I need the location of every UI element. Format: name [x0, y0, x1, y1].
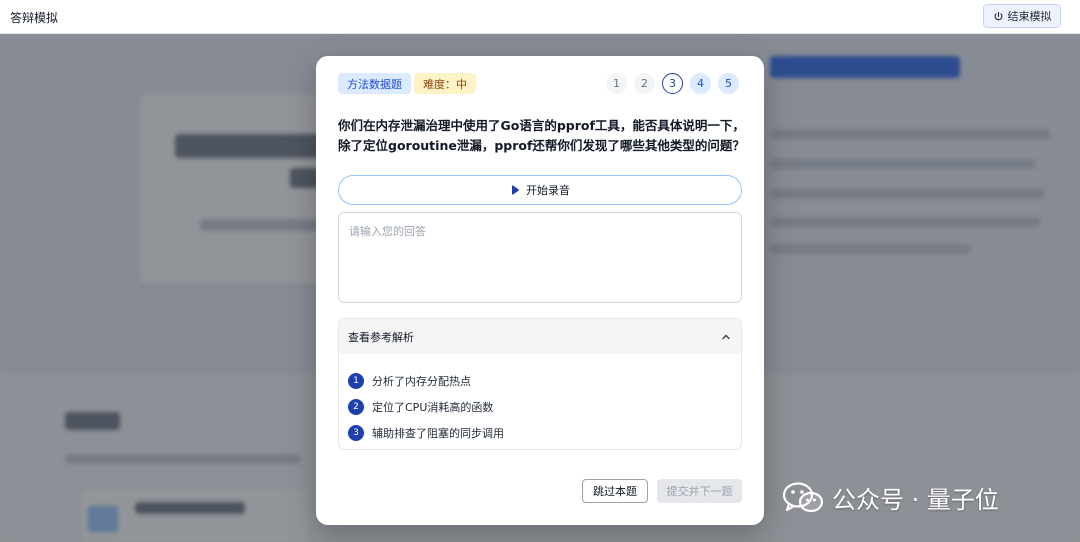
step-indicator: 1 2 3 4 5: [606, 73, 739, 94]
end-simulation-button[interactable]: 结束模拟: [983, 4, 1061, 28]
item-number-badge: 1: [348, 373, 364, 389]
wechat-icon: [782, 481, 824, 512]
list-item: 2 定位了CPU消耗高的函数: [348, 394, 732, 420]
start-recording-label: 开始录音: [526, 184, 570, 197]
power-icon: [994, 11, 1002, 20]
top-bar: 答辩模拟 结束模拟: [0, 0, 1080, 34]
item-text: 辅助排查了阻塞的同步调用: [372, 427, 504, 440]
step-5[interactable]: 5: [718, 73, 739, 94]
answer-input[interactable]: [338, 212, 742, 303]
item-number-badge: 2: [348, 399, 364, 415]
app-title: 答辩模拟: [10, 11, 59, 25]
end-simulation-label: 结束模拟: [1007, 10, 1052, 23]
analysis-title: 查看参考解析: [348, 330, 414, 344]
submit-next-button[interactable]: 提交并下一题: [657, 479, 742, 503]
step-3-current[interactable]: 3: [662, 73, 683, 94]
step-1[interactable]: 1: [606, 73, 627, 94]
item-text: 定位了CPU消耗高的函数: [372, 401, 494, 414]
question-modal: 方法数据题 难度：中 1 2 3 4 5 你们在内存泄漏治理中使用了Go语言的p…: [316, 56, 764, 525]
reference-analysis-panel: 查看参考解析 1 分析了内存分配热点 2 定位了CPU消耗高的函数 3 辅助排查…: [338, 318, 742, 450]
skip-question-button[interactable]: 跳过本题: [582, 479, 648, 503]
item-text: 分析了内存分配热点: [372, 375, 471, 388]
record-icon: [512, 185, 519, 195]
watermark: 公众号 · 量子位: [782, 480, 999, 515]
watermark-text: 公众号 · 量子位: [832, 486, 999, 514]
item-number-badge: 3: [348, 425, 364, 441]
list-item: 3 辅助排查了阻塞的同步调用: [348, 420, 732, 446]
difficulty-tag: 难度：中: [414, 73, 476, 94]
start-recording-button[interactable]: 开始录音: [338, 175, 742, 205]
question-text: 你们在内存泄漏治理中使用了Go语言的pprof工具，能否具体说明一下，除了定位g…: [338, 118, 745, 153]
question-type-tag: 方法数据题: [338, 73, 411, 94]
step-4[interactable]: 4: [690, 73, 711, 94]
chevron-up-icon: [722, 334, 730, 339]
step-2[interactable]: 2: [634, 73, 655, 94]
analysis-list: 1 分析了内存分配热点 2 定位了CPU消耗高的函数 3 辅助排查了阻塞的同步调…: [339, 354, 741, 446]
list-item: 1 分析了内存分配热点: [348, 368, 732, 394]
analysis-toggle[interactable]: 查看参考解析: [339, 319, 741, 354]
